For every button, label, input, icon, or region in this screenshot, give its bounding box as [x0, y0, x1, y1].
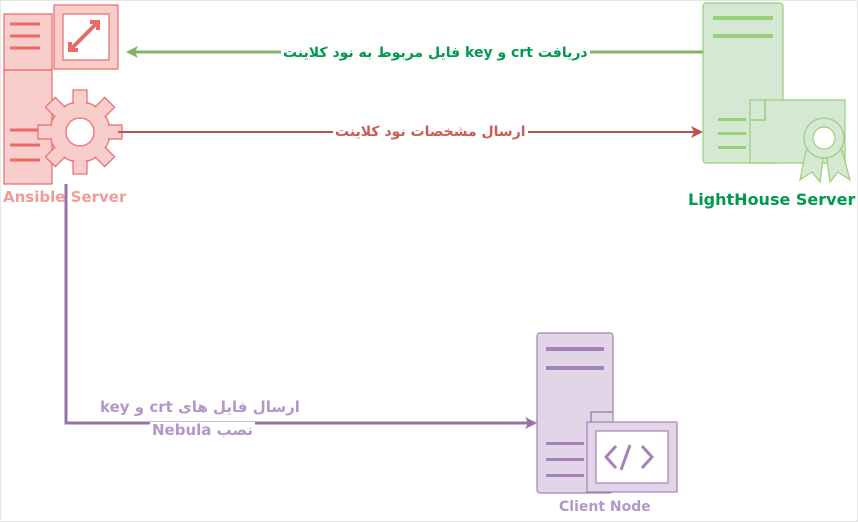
lighthouse-server-icon[interactable]	[702, 2, 851, 184]
edge-label-send-crt-key-files: ارسال فایل های crt و key	[98, 398, 302, 416]
ansible-server-icon[interactable]	[3, 4, 123, 185]
edge-label-install-nebula: نصب Nebula	[150, 421, 255, 439]
lighthouse-server-label: LightHouse Server	[688, 190, 856, 209]
edge-label-send-client-specs: ارسال مشخصات نود کلاینت	[333, 124, 528, 141]
diagram-canvas	[3, 2, 851, 494]
edge-label-receive-crt-key: دریافت crt و key فایل مربوط به نود کلاین…	[281, 45, 590, 62]
client-node-icon[interactable]	[536, 332, 678, 494]
client-node-label: Client Node	[559, 499, 651, 515]
edge-ansible-to-client[interactable]	[64, 184, 537, 429]
ansible-server-label: Ansible Server	[3, 188, 127, 206]
